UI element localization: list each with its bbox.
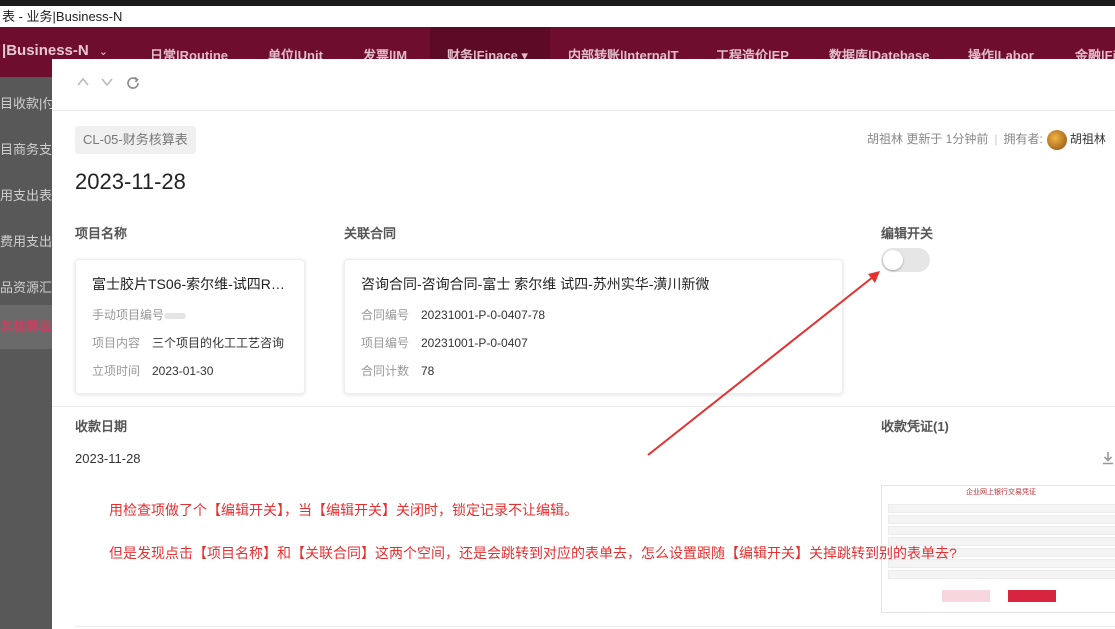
receipt-print-button: [942, 590, 990, 602]
receipt-date-value: 2023-11-28: [75, 451, 141, 466]
owner-name[interactable]: 胡祖林: [1070, 132, 1106, 146]
record-toolbar: [52, 59, 1115, 111]
row-key: 手动项目编号: [92, 308, 165, 322]
project-card-title: 富士胶片TS06-索尔维-试四R…: [92, 276, 285, 292]
receipt-date-label: 收款日期: [75, 419, 128, 434]
chevron-down-icon[interactable]: [98, 75, 116, 93]
card-row: 手动项目编号: [92, 306, 186, 323]
record-meta: 胡祖林 更新于 1分钟前 | 拥有者: 胡祖林: [867, 130, 1106, 150]
receipt-table-row: [888, 526, 1115, 535]
sidebar-item-expense-table[interactable]: 用支出表: [0, 174, 52, 218]
project-card[interactable]: 富士胶片TS06-索尔维-试四R… 手动项目编号 项目内容 三个项目的化工工艺咨询…: [75, 259, 305, 394]
related-contract-label: 关联合同: [344, 226, 397, 241]
sidebar-item-project-payment[interactable]: 目收款|付: [0, 82, 52, 126]
app-brand-label: |Business-N: [2, 42, 89, 59]
receipt-table-row: [888, 570, 1115, 579]
receipt-table-row: [888, 515, 1115, 524]
receipt-table-row: [888, 504, 1115, 513]
card-row: 项目编号 20231001-P-0-0407: [361, 334, 528, 351]
card-row: 立项时间 2023-01-30: [92, 362, 213, 379]
sidebar-item-business-expense[interactable]: 目商务支: [0, 128, 52, 172]
sidebar-item-cost-expense[interactable]: 费用支出表: [0, 220, 52, 264]
row-value: 2023-01-30: [152, 364, 214, 378]
card-row: 合同编号 20231001-P-0-0407-78: [361, 306, 545, 323]
sidebar: 目收款|付 目商务支 用支出表 费用支出表 品资源汇 务核算表: [0, 77, 52, 629]
card-row: 项目内容 三个项目的化工工艺咨询: [92, 334, 284, 351]
record-panel: CL-05-财务核算表 胡祖林 更新于 1分钟前 | 拥有者: 胡祖林 2023-11…: [52, 59, 1115, 629]
divider: [52, 406, 1115, 407]
page-title: 2023-11-28: [75, 169, 186, 194]
chevron-up-icon[interactable]: [74, 75, 92, 93]
row-value: 78: [421, 364, 435, 378]
row-key: 合同编号: [361, 308, 410, 322]
annotation-arrow: [647, 271, 880, 456]
window-title: 表 - 业务|Business-N: [0, 6, 1115, 27]
row-key: 合同计数: [361, 364, 410, 378]
row-key: 立项时间: [92, 364, 141, 378]
form-tag: CL-05-财务核算表: [75, 126, 196, 154]
avatar[interactable]: [1046, 130, 1067, 150]
owner-label: 拥有者:: [1003, 132, 1043, 147]
project-name-label: 项目名称: [75, 226, 128, 241]
row-value: 三个项目的化工工艺咨询: [152, 336, 285, 350]
edit-switch-label: 编辑开关: [881, 226, 934, 241]
updated-info: 胡祖林 更新于 1分钟前: [867, 132, 989, 147]
card-row: 合同计数 78: [361, 362, 434, 379]
sidebar-item-finance-accounting[interactable]: 务核算表: [0, 305, 52, 349]
row-key: 项目内容: [92, 336, 141, 350]
receipt-doc-title: 企业网上银行交易凭证: [966, 489, 1036, 496]
download-icon[interactable]: [1101, 451, 1115, 468]
chevron-down-icon: ⌄: [98, 46, 108, 58]
sidebar-item-resource-summary[interactable]: 品资源汇: [0, 266, 52, 310]
receipt-close-button: [1008, 590, 1056, 602]
app-brand[interactable]: |Business-N ⌄: [2, 42, 108, 59]
row-value: 20231001-P-0-0407: [421, 336, 528, 350]
bottom-divider: [75, 626, 1115, 627]
annotation-line-1: 用检查项做了个【编辑开关】，当【编辑开关】关闭时，锁定记录不让编辑。: [109, 502, 578, 518]
annotation-line-2: 但是发现点击【项目名称】和【关联合同】这两个空间，还是会跳转到对应的表单去，怎么…: [109, 545, 957, 561]
row-key: 项目编号: [361, 336, 410, 350]
row-value: 20231001-P-0-0407-78: [421, 308, 546, 322]
refresh-icon[interactable]: [124, 75, 142, 93]
empty-value: [164, 312, 186, 319]
